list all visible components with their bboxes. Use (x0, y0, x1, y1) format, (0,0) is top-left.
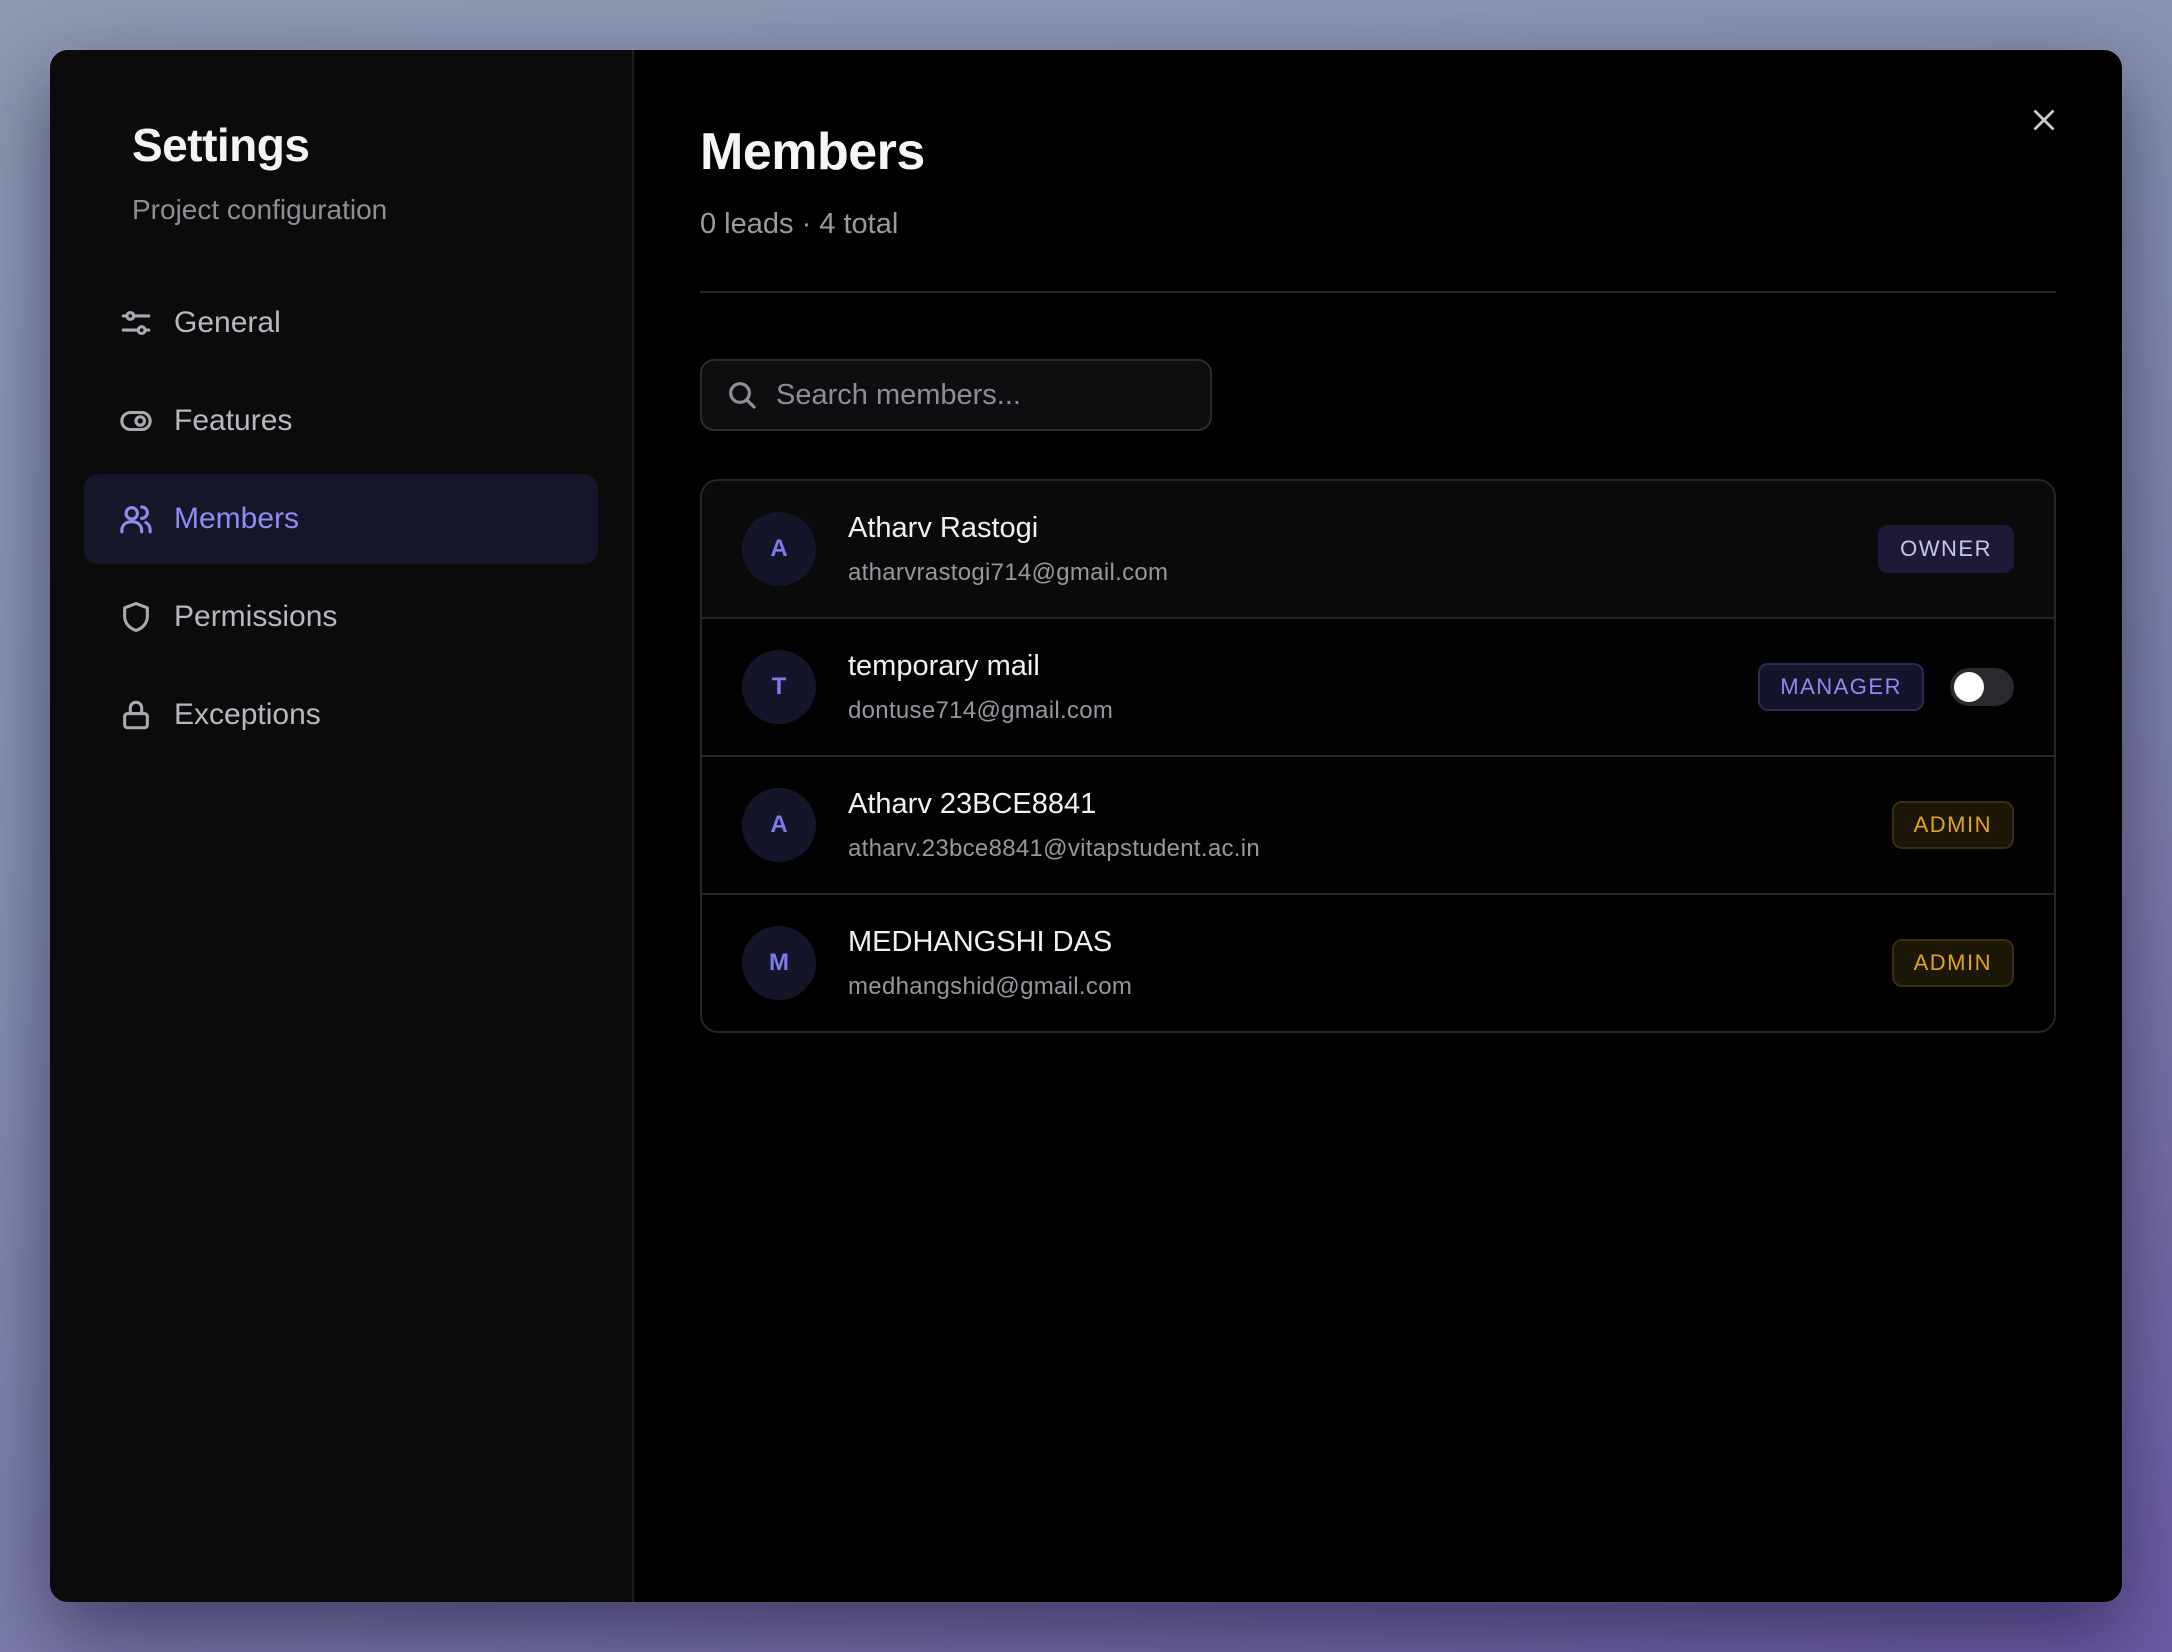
search-icon (729, 382, 756, 409)
settings-modal: Settings Project configuration General F… (50, 50, 2122, 1602)
member-info: temporary mail dontuse714@gmail.com (848, 650, 1758, 725)
member-row: M MEDHANGSHI DAS medhangshid@gmail.com A… (702, 895, 2054, 1031)
lock-icon (118, 697, 154, 733)
sidebar-item-general[interactable]: General (84, 278, 598, 368)
role-badge: ADMIN (1891, 939, 2014, 987)
shield-icon (118, 599, 154, 635)
lead-toggle[interactable] (1950, 668, 2014, 706)
settings-sidebar: Settings Project configuration General F… (50, 50, 634, 1602)
sidebar-item-label: Exceptions (174, 698, 321, 731)
avatar: T (742, 650, 816, 724)
sliders-icon (118, 305, 154, 341)
settings-nav: General Features Members Permissions Exc… (84, 278, 598, 760)
sidebar-item-features[interactable]: Features (84, 376, 598, 466)
role-badge: ADMIN (1891, 801, 2014, 849)
avatar: A (742, 788, 816, 862)
member-name: Atharv Rastogi (848, 511, 1039, 544)
sidebar-item-label: Features (174, 404, 293, 437)
member-email: dontuse714@gmail.com (848, 696, 1114, 724)
sidebar-item-exceptions[interactable]: Exceptions (84, 670, 598, 760)
role-badge: OWNER (1878, 525, 2014, 573)
avatar: M (742, 926, 816, 1000)
search-box[interactable] (700, 359, 1212, 431)
sidebar-subtitle: Project configuration (132, 194, 388, 225)
members-panel: Members 0 leads · 4 total A Atharv Rasto… (634, 50, 2122, 1602)
member-name: MEDHANGSHI DAS (848, 925, 1113, 958)
members-list: A Atharv Rastogi atharvrastogi714@gmail.… (700, 479, 2056, 1033)
member-info: Atharv Rastogi atharvrastogi714@gmail.co… (848, 512, 1878, 587)
page-title: Members (700, 123, 925, 181)
member-email: atharvrastogi714@gmail.com (848, 558, 1169, 586)
toggle-knob (1954, 672, 1984, 702)
role-badge: MANAGER (1758, 663, 1924, 711)
member-name: temporary mail (848, 649, 1040, 682)
toggle-icon (118, 403, 154, 439)
member-info: MEDHANGSHI DAS medhangshid@gmail.com (848, 926, 1892, 1001)
divider (700, 291, 2056, 293)
sidebar-item-label: Permissions (174, 600, 338, 633)
member-email: atharv.23bce8841@vitapstudent.ac.in (848, 834, 1261, 862)
member-row: T temporary mail dontuse714@gmail.com MA… (702, 619, 2054, 757)
member-name: Atharv 23BCE8841 (848, 787, 1097, 820)
member-email: medhangshid@gmail.com (848, 972, 1133, 1000)
sidebar-title: Settings (132, 119, 310, 171)
member-info: Atharv 23BCE8841 atharv.23bce8841@vitaps… (848, 788, 1892, 863)
member-count-summary: 0 leads · 4 total (700, 208, 899, 240)
member-row: A Atharv Rastogi atharvrastogi714@gmail.… (702, 481, 2054, 619)
avatar: A (742, 512, 816, 586)
sidebar-item-members[interactable]: Members (84, 474, 598, 564)
sidebar-item-label: Members (174, 502, 300, 535)
sidebar-item-label: General (174, 306, 281, 339)
search-input[interactable] (774, 377, 1198, 413)
close-icon (2033, 109, 2055, 131)
close-button[interactable] (2022, 98, 2066, 142)
member-row: A Atharv 23BCE8841 atharv.23bce8841@vita… (702, 757, 2054, 895)
sidebar-item-permissions[interactable]: Permissions (84, 572, 598, 662)
users-icon (118, 501, 154, 537)
